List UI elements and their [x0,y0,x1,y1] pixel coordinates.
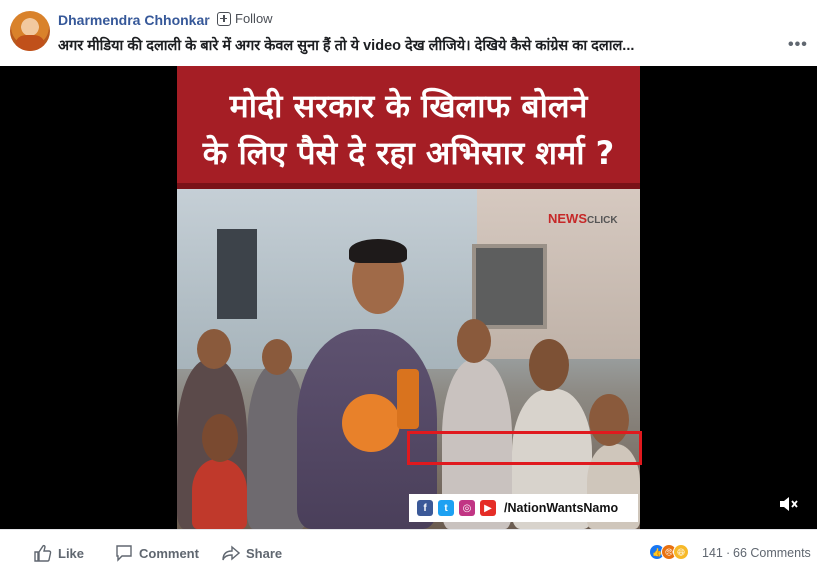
newsclick-logo-main: NEWS [548,211,587,226]
reactions-summary[interactable]: 👍 😠 😆 [649,544,689,560]
crowd-head [529,339,569,391]
avatar[interactable] [10,11,50,51]
comment-button[interactable]: Comment [115,544,199,562]
newsclick-logo: NEWSCLICK [548,211,618,226]
video-scene-image: NEWSCLICK f t ◎ ▶ /NationWantsNamo [177,189,640,529]
like-button[interactable]: Like [34,544,84,562]
follow-button[interactable]: Follow [217,11,273,26]
footer-separator: · [726,546,731,560]
youtube-icon: ▶ [480,500,496,516]
crowd-head [262,339,292,375]
video-player[interactable]: मोदी सरकार के खिलाफ बोलने के लिए पैसे दे… [0,66,817,529]
follow-plus-icon [217,11,231,26]
thumbs-up-icon [34,544,52,562]
facebook-icon: f [417,500,433,516]
comments-count[interactable]: 66 Comments [733,546,811,560]
reporter-hair [349,239,407,263]
header-separator: · [205,12,209,26]
newsclick-logo-small: CLICK [587,215,618,226]
video-title-line-2: के लिए पैसे दे रहा अभिसार शर्मा ? [202,134,615,172]
like-label: Like [58,545,85,561]
video-title-band: मोदी सरकार के खिलाफ बोलने के लिए पैसे दे… [177,66,640,189]
video-title-line-1: मोदी सरकार के खिलाफ बोलने [229,87,588,125]
crowd-person [192,459,247,529]
scene-door [217,229,257,319]
haha-icon: 😆 [673,544,689,560]
post-header: Dharmendra Chhonkar · Follow अगर मीडिया … [0,0,817,66]
instagram-icon: ◎ [459,500,475,516]
more-options-button[interactable]: ••• [788,36,808,54]
post-caption: अगर मीडिया की दलाली के बारे में अगर केवल… [58,38,635,54]
highlight-box [407,431,642,465]
microphone [397,369,419,429]
twitter-icon: t [438,500,454,516]
author-name[interactable]: Dharmendra Chhonkar [58,12,210,28]
crowd-head [202,414,238,462]
microphone-badge [342,394,400,452]
comment-label: Comment [139,545,199,561]
social-handle-text: /NationWantsNamo [504,501,619,515]
crowd-head [457,319,491,363]
scene-board [472,244,547,329]
comment-icon [116,545,132,562]
crowd-head [197,329,231,369]
reaction-count[interactable]: 141 [702,546,723,560]
follow-label: Follow [235,11,273,26]
share-button[interactable]: Share [222,544,282,562]
share-label: Share [246,545,283,561]
social-handle-strip: f t ◎ ▶ /NationWantsNamo [409,494,638,522]
share-icon [222,545,240,561]
post-actions-bar: Like Comment Share 👍 😠 😆 141 · 66 Commen… [0,529,817,573]
mute-icon[interactable] [778,494,800,514]
